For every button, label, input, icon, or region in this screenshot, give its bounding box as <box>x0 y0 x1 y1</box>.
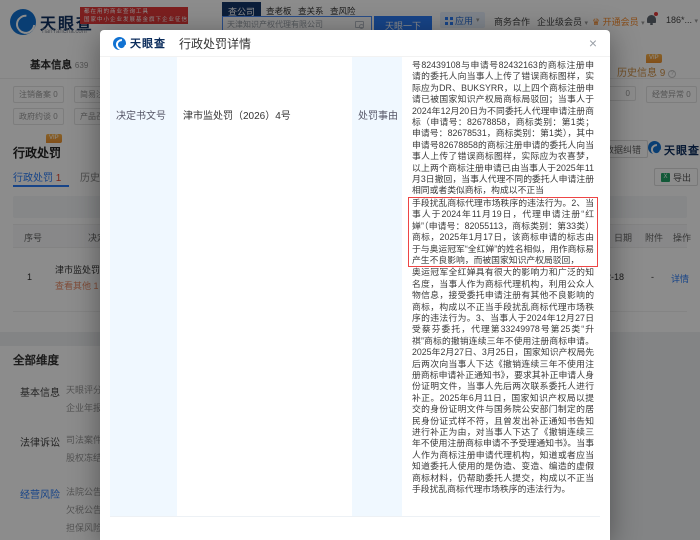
penalty-table: 决定书文号 津市监处罚（2026）4号 处罚事由 号82439108与申请号82… <box>110 57 600 517</box>
label-decision-doc-no: 决定书文号 <box>110 57 177 516</box>
reason-part3: 奥运冠军全红婵具有很大的影响力和广泛的知名度，当事人作为商标代理机构，利用公众人… <box>412 267 594 494</box>
modal-title: 行政处罚详情 <box>179 35 251 52</box>
label-penalty-reason: 处罚事由 <box>352 57 402 516</box>
reason-highlight-box: 手段扰乱商标代理市场秩序的违法行为。2、当事人于2024年11月19日，代理申请… <box>408 197 598 267</box>
modal-header: 天眼查 行政处罚详情 × <box>100 30 610 57</box>
tianyancha-logo-icon <box>113 37 126 50</box>
modal-body: 决定书文号 津市监处罚（2026）4号 处罚事由 号82439108与申请号82… <box>100 57 610 517</box>
modal-brand: 天眼查 <box>130 35 166 51</box>
penalty-detail-modal: 天眼查 行政处罚详情 × 决定书文号 津市监处罚（2026）4号 处罚事由 号8… <box>100 30 610 540</box>
reason-part1: 号82439108与申请号82432163的商标注册申请的委托人向当事人上传了错… <box>412 60 594 195</box>
value-decision-doc-no: 津市监处罚（2026）4号 <box>177 57 352 516</box>
close-icon[interactable]: × <box>589 36 597 50</box>
penalty-reason-text: 号82439108与申请号82432163的商标注册申请的委托人向当事人上传了错… <box>402 57 600 516</box>
